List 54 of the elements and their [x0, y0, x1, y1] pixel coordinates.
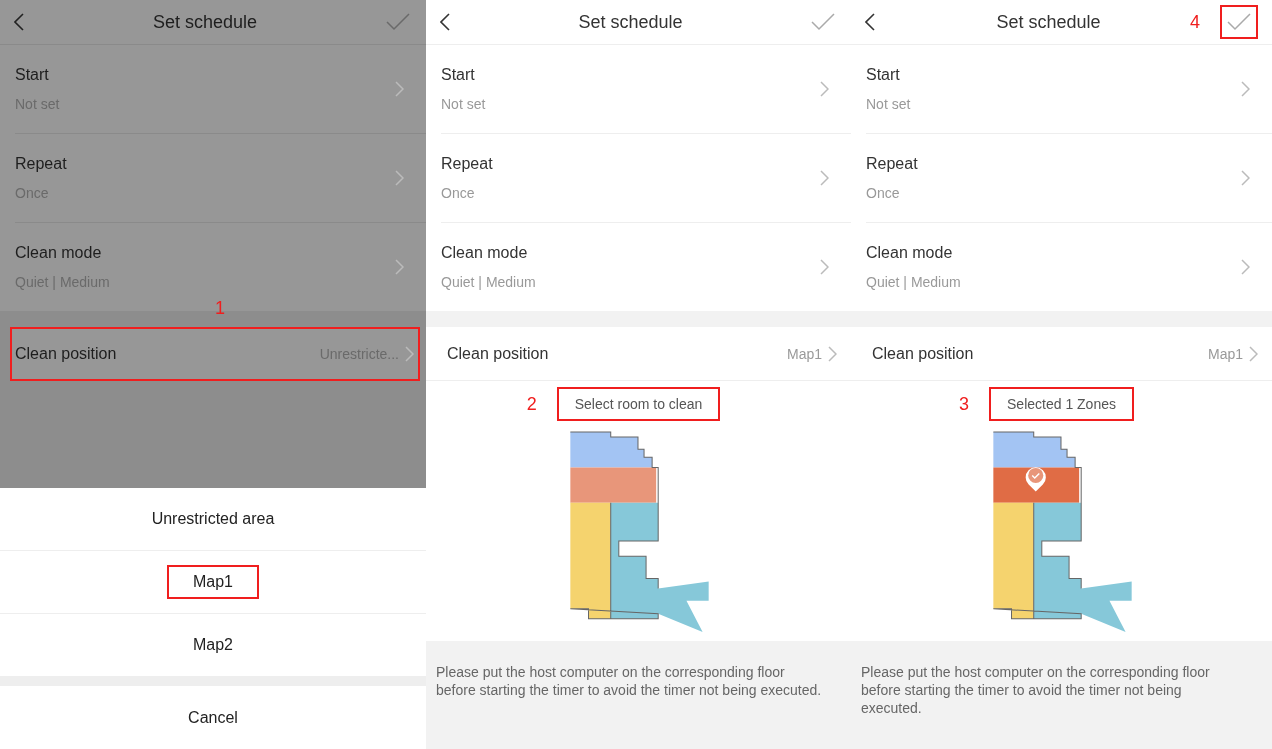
setting-label: Start — [441, 66, 476, 84]
map-prompt: Select room to clean — [558, 389, 719, 419]
room-zone[interactable] — [1033, 502, 1132, 632]
step-number: 1 — [215, 298, 225, 319]
sheet-option[interactable]: Unrestricted area — [127, 504, 299, 534]
setting-value: Quiet | Medium — [441, 274, 537, 290]
chevron-right-icon — [395, 170, 404, 186]
setting-label: Start — [866, 66, 901, 84]
chevron-right-icon — [395, 259, 404, 275]
confirm-button[interactable] — [386, 13, 410, 31]
sheet-option[interactable]: Map2 — [169, 630, 257, 660]
setting-label: Start — [15, 66, 50, 84]
chevron-right-icon — [1249, 345, 1258, 362]
notice-text: Please put the host computer on the corresponding floor before starting the timer to avoid the timer not being executed. — [435, 663, 823, 699]
step-number: 4 — [1189, 11, 1200, 33]
setting-label: Clean mode — [15, 244, 103, 262]
setting-value: Once — [866, 185, 901, 201]
chevron-right-icon — [1241, 81, 1250, 97]
screen-title: Set schedule — [578, 11, 683, 33]
sheet-option[interactable]: Map1 — [169, 567, 257, 597]
chevron-right-icon — [405, 345, 414, 362]
setting-label: Repeat — [441, 155, 494, 173]
step-number: 3 — [959, 393, 969, 415]
room-zone[interactable] — [992, 432, 1075, 468]
chevron-right-icon — [828, 345, 837, 362]
setting-value: Quiet | Medium — [866, 274, 962, 290]
chevron-right-icon — [1241, 170, 1250, 186]
clean-position-row[interactable]: Clean position Map1 — [426, 327, 851, 381]
setting-value: Not set — [441, 96, 487, 112]
back-button[interactable] — [14, 13, 24, 31]
chevron-right-icon — [820, 170, 829, 186]
location-pin-icon — [1025, 467, 1046, 492]
back-button[interactable] — [865, 13, 875, 31]
map-prompt: Selected 1 Zones — [991, 389, 1132, 419]
back-button[interactable] — [440, 13, 450, 31]
setting-value: Not set — [866, 96, 912, 112]
step-number: 2 — [526, 393, 537, 415]
setting-label: Clean mode — [441, 244, 529, 262]
chevron-right-icon — [1241, 259, 1250, 275]
room-zone[interactable] — [610, 502, 709, 632]
cancel-button[interactable]: Cancel — [0, 686, 426, 749]
chevron-right-icon — [820, 81, 829, 97]
screen-title: Set schedule — [152, 11, 258, 33]
chevron-right-icon — [395, 81, 404, 97]
confirm-button[interactable] — [811, 13, 835, 31]
notice-text: Please put the host computer on the corresponding floor before starting the timer to avoid the timer not being executed. — [860, 663, 1211, 717]
setting-label: Repeat — [866, 155, 919, 173]
screen-title: Set schedule — [996, 11, 1101, 33]
setting-label: Clean mode — [866, 244, 954, 262]
setting-label: Repeat — [15, 155, 68, 173]
chevron-right-icon — [820, 259, 829, 275]
clean-position-row[interactable]: Clean position Map1 — [851, 327, 1272, 381]
room-zone[interactable] — [569, 432, 652, 468]
setting-value: Once — [441, 185, 476, 201]
